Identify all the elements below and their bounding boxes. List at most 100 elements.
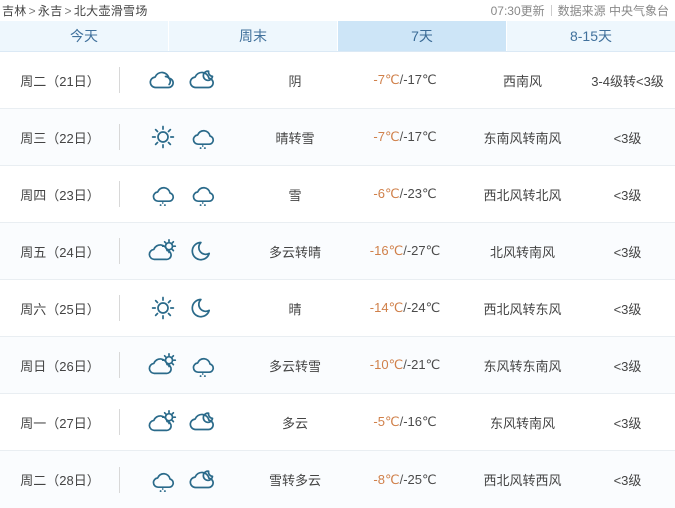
breadcrumb: 吉林 > 永吉 > 北大壶滑雪场 <box>2 5 148 17</box>
temp-low: -27℃ <box>406 243 441 258</box>
header-meta: 07:30更新 数据来源 中央气象台 <box>491 5 669 17</box>
temp-high: -7℃ <box>373 72 400 87</box>
moon-icon <box>186 293 220 323</box>
column-divider <box>119 352 120 378</box>
forecast-temperature: -7℃/-17℃ <box>345 129 465 145</box>
breadcrumb-separator: > <box>64 3 72 18</box>
forecast-date: 周日（26日） <box>0 352 120 378</box>
forecast-condition: 多云转晴 <box>268 244 321 260</box>
forecast-date: 周三（22日） <box>0 124 120 150</box>
forecast-date-label: 周六（25日） <box>20 301 100 317</box>
forecast-condition: 雪 <box>288 187 302 203</box>
forecast-row: 周六（25日） 晴 -14℃/-24℃ 西北风转东风 <3级 <box>0 280 675 337</box>
temp-low: -23℃ <box>403 186 437 201</box>
temp-high: -7℃ <box>373 129 400 144</box>
forecast-icons <box>120 465 245 495</box>
forecast-wind-direction: 西北风转东风 <box>483 301 562 317</box>
update-time: 07:30更新 <box>490 3 545 18</box>
tab-8-15days[interactable]: 8-15天 <box>507 21 675 51</box>
forecast-icons <box>120 293 245 323</box>
forecast-wind-level: <3级 <box>613 187 642 203</box>
temp-high: -14℃ <box>369 300 404 315</box>
forecast-row: 周四（23日） 雪 -6℃/-23℃ 西北风转北风 <3级 <box>0 166 675 223</box>
column-divider <box>119 67 120 93</box>
forecast-temperature: -7℃/-17℃ <box>345 72 465 88</box>
cloudy-night-icon <box>186 65 220 95</box>
snow-icon <box>186 179 220 209</box>
breadcrumb-item-province[interactable]: 吉林 <box>2 4 27 18</box>
partly-cloudy-icon <box>146 350 180 380</box>
column-divider <box>119 181 120 207</box>
tab-today[interactable]: 今天 <box>0 21 169 51</box>
forecast-wind-level: <3级 <box>613 244 642 260</box>
forecast-wind-direction: 北风转南风 <box>489 244 555 260</box>
forecast-date: 周四（23日） <box>0 181 120 207</box>
meta-divider <box>550 5 552 16</box>
snow-icon <box>186 350 220 380</box>
temp-low: -17℃ <box>403 129 437 144</box>
temp-low: -25℃ <box>403 471 437 487</box>
forecast-date-label: 周五（24日） <box>20 244 100 260</box>
forecast-date: 周五（24日） <box>0 238 120 264</box>
temp-high: -6℃ <box>373 186 400 201</box>
partly-cloudy-icon <box>146 236 180 266</box>
forecast-wind-level: <3级 <box>613 130 642 146</box>
tab-label: 7天 <box>411 28 433 44</box>
sunny-icon <box>146 122 180 152</box>
tab-weekend[interactable]: 周末 <box>169 21 338 51</box>
forecast-condition: 多云转雪 <box>268 358 321 374</box>
forecast-date-label: 周一（27日） <box>20 415 100 431</box>
breadcrumb-item-location[interactable]: 北大壶滑雪场 <box>74 4 148 18</box>
forecast-row: 周二（21日） 阴 -7℃/-17℃ 西南风 3-4级转<3级 <box>0 52 675 109</box>
forecast-wind-direction: 东南风转南风 <box>483 130 562 146</box>
temp-low: -17℃ <box>403 72 437 87</box>
temp-high: -5℃ <box>373 414 400 429</box>
cloudy-night-icon <box>186 465 220 495</box>
forecast-icons <box>120 407 245 437</box>
forecast-date-label: 周四（23日） <box>20 187 100 203</box>
temp-low: -21℃ <box>406 357 441 372</box>
forecast-condition: 阴 <box>288 73 302 89</box>
forecast-date: 周二（21日） <box>0 67 120 93</box>
forecast-wind-direction: 西北风转西风 <box>483 473 562 488</box>
snow-icon <box>186 122 220 152</box>
forecast-condition: 晴转雪 <box>275 130 315 146</box>
forecast-condition: 晴 <box>288 301 302 317</box>
temp-high: -8℃ <box>373 471 400 487</box>
tab-label: 周末 <box>239 28 267 44</box>
sunny-icon <box>146 293 180 323</box>
cloudy-icon <box>146 65 180 95</box>
temp-high: -10℃ <box>369 357 404 372</box>
forecast-temperature: -8℃/-25℃ <box>345 472 465 488</box>
partly-cloudy-icon <box>146 407 180 437</box>
forecast-date-label: 周日（26日） <box>20 358 100 374</box>
forecast-tabs: 今天 周末 7天 8-15天 <box>0 21 675 52</box>
temp-low: -24℃ <box>406 300 441 315</box>
snow-icon <box>146 465 180 495</box>
forecast-temperature: -14℃/-24℃ <box>345 300 465 316</box>
forecast-wind-level: <3级 <box>613 301 642 317</box>
forecast-row: 周二（28日） 雪转多云 -8℃/-25℃ 西北风转西风 <3级 <box>0 451 675 508</box>
forecast-icons <box>120 350 245 380</box>
forecast-date-label: 周二（21日） <box>20 73 100 89</box>
forecast-table: 周二（21日） 阴 -7℃/-17℃ 西南风 3-4级转<3级 周三（22日） 晴转雪 -7℃… <box>0 52 675 508</box>
forecast-date-label: 周三（22日） <box>20 130 100 146</box>
breadcrumb-item-county[interactable]: 永吉 <box>38 4 63 18</box>
forecast-date: 周六（25日） <box>0 295 120 321</box>
tab-7days[interactable]: 7天 <box>338 21 507 51</box>
forecast-temperature: -10℃/-21℃ <box>345 357 465 373</box>
column-divider <box>119 238 120 264</box>
forecast-icons <box>120 179 245 209</box>
forecast-wind-direction: 西北风转北风 <box>483 187 562 203</box>
forecast-row: 周三（22日） 晴转雪 -7℃/-17℃ 东南风转南风 <3级 <box>0 109 675 166</box>
forecast-condition: 多云 <box>281 415 308 431</box>
snow-icon <box>146 179 180 209</box>
tab-label: 8-15天 <box>569 28 613 44</box>
temp-low: -16℃ <box>403 414 437 429</box>
forecast-row: 周五（24日） 多云转晴 -16℃/-27℃ 北风转南风 <3级 <box>0 223 675 280</box>
forecast-temperature: -16℃/-27℃ <box>345 243 465 259</box>
forecast-date: 周二（28日） <box>0 466 120 493</box>
forecast-wind-level: <3级 <box>613 473 642 488</box>
forecast-row: 周日（26日） 多云转雪 -10℃/-21℃ 东风转东南风 <3级 <box>0 337 675 394</box>
forecast-icons <box>120 65 245 95</box>
